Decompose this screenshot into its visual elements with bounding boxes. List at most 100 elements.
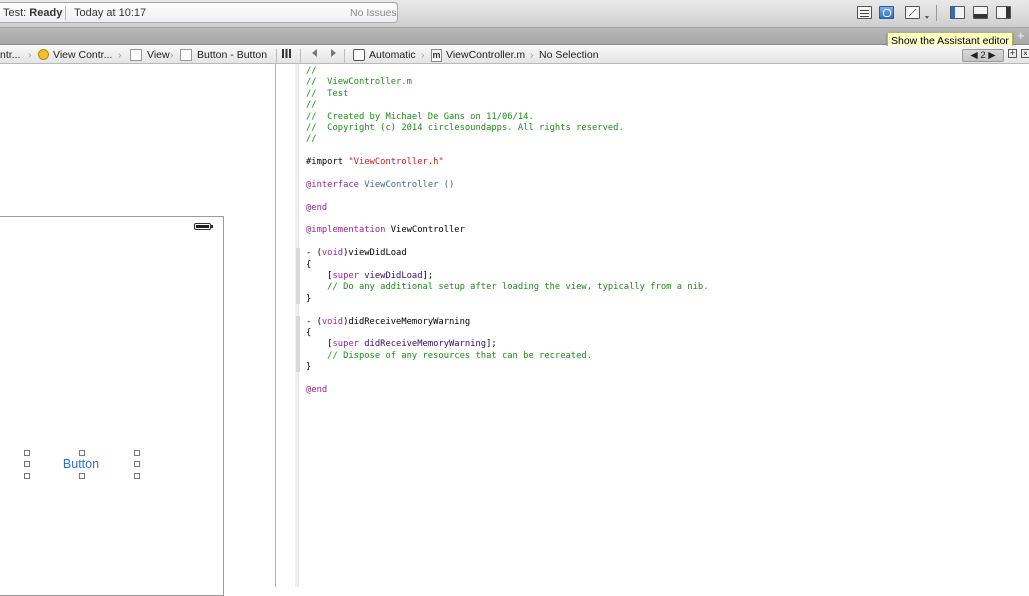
standard-editor-icon[interactable] (857, 6, 872, 19)
code-token: - ( (306, 316, 322, 327)
view-icon (130, 49, 142, 61)
counterpart-pager[interactable]: ◀ 2 ▶ (962, 49, 1004, 62)
jumpbar-item-view-controller[interactable]: View Contr... (53, 49, 112, 61)
code-line[interactable] (306, 214, 709, 225)
code-line[interactable]: // Created by Michael De Gans on 11/06/1… (306, 112, 709, 123)
code-token: ViewController (390, 225, 465, 236)
code-line[interactable]: { (306, 328, 709, 339)
code-token: // (306, 134, 317, 145)
resize-handle[interactable] (134, 473, 140, 479)
jumpbar-divider (344, 49, 345, 63)
code-token: )didReceiveMemoryWarning (343, 316, 471, 327)
utilities-toggle-icon[interactable] (996, 6, 1011, 19)
resize-handle[interactable] (24, 450, 30, 456)
code-line[interactable]: // Copyright (c) 2014 circlesoundapps. A… (306, 123, 709, 134)
code-token: #import (306, 157, 349, 168)
code-token: super (332, 339, 359, 350)
jumpbar-item-mode[interactable]: Automatic (369, 49, 416, 61)
code-line[interactable]: } (306, 362, 709, 373)
forward-arrow-icon[interactable] (331, 49, 336, 57)
jump-bar: ntr... › View Contr... › View › Button -… (0, 46, 1029, 64)
assistant-editor-icon[interactable] (879, 6, 894, 19)
toolbar-divider (936, 5, 937, 21)
code-token: viewDidLoad (364, 271, 423, 282)
code-line[interactable]: // Do any additional setup after loading… (306, 282, 708, 293)
code-line[interactable]: #import "ViewController.h" (306, 157, 709, 168)
code-token: // ViewController.m (306, 77, 412, 88)
code-line[interactable]: @end (306, 385, 709, 396)
code-line[interactable]: - (void)didReceiveMemoryWarning (306, 317, 709, 328)
code-line[interactable]: { (306, 260, 709, 271)
resize-handle[interactable] (134, 461, 140, 467)
code-token: // Created by Michael De Gans on 11/06/1… (306, 111, 534, 122)
code-line[interactable]: // Test (306, 89, 709, 100)
code-line[interactable]: @end (306, 203, 709, 214)
assistant-code-editor[interactable]: //// ViewController.m// Test//// Created… (277, 64, 1029, 587)
code-token: @end (306, 202, 328, 213)
selected-button-element[interactable]: Button (56, 457, 106, 471)
code-line[interactable]: // (306, 134, 709, 145)
code-line[interactable] (306, 374, 709, 385)
jumpbar-item-selection[interactable]: No Selection (539, 49, 599, 61)
related-items-icon[interactable] (282, 49, 291, 58)
code-token: { (306, 259, 312, 270)
close-assistant-editor-button[interactable]: × (1021, 49, 1029, 58)
resize-handle[interactable] (134, 450, 140, 456)
code-fold-ribbon[interactable] (296, 316, 300, 372)
jumpbar-item-project[interactable]: ntr... (0, 49, 20, 61)
view-controller-scene[interactable]: Button (0, 216, 224, 596)
build-timestamp: Today at 10:17 (74, 7, 147, 19)
code-line[interactable]: [super didReceiveMemoryWarning]; (306, 339, 709, 350)
code-token: ]; (486, 339, 497, 350)
window-toolbar: Test: Ready Today at 10:17 No Issues (0, 0, 1029, 28)
code-line[interactable]: @interface ViewController () (306, 180, 709, 191)
issues-label[interactable]: No Issues (350, 7, 397, 19)
code-line[interactable] (306, 191, 709, 202)
resize-handle[interactable] (24, 473, 30, 479)
code-line[interactable] (306, 146, 709, 157)
code-fold-ribbon[interactable] (296, 248, 300, 304)
chevron-right-icon: › (421, 49, 425, 61)
chevron-right-icon: › (118, 49, 122, 61)
battery-icon (194, 223, 213, 230)
jumpbar-item-button[interactable]: Button - Button (197, 49, 267, 61)
code-line[interactable]: // Dispose of any resources that can be … (306, 351, 709, 362)
code-token: void (321, 316, 344, 327)
add-assistant-editor-button[interactable]: + (1008, 49, 1017, 58)
resize-handle[interactable] (79, 473, 85, 479)
version-editor-icon[interactable] (905, 6, 929, 19)
resize-handle[interactable] (79, 450, 85, 456)
interface-builder-canvas[interactable]: Button (0, 64, 276, 596)
tab-bar: + (0, 28, 1029, 45)
code-token: // Test (306, 88, 349, 99)
code-token: @end (306, 384, 328, 395)
navigator-toggle-icon[interactable] (950, 6, 965, 19)
code-line[interactable]: } (306, 294, 709, 305)
code-line[interactable]: - (void)viewDidLoad (306, 248, 709, 259)
jumpbar-item-view[interactable]: View (147, 49, 170, 61)
new-tab-button[interactable]: + (1017, 28, 1025, 43)
debug-area-toggle-icon[interactable] (973, 6, 988, 19)
implementation-file-icon: m (431, 49, 442, 62)
source-code[interactable]: //// ViewController.m// Test//// Created… (306, 66, 709, 396)
code-token: )viewDidLoad (343, 248, 407, 259)
code-token: [ (306, 271, 333, 282)
chevron-right-icon: › (28, 49, 32, 61)
code-token: @interface (306, 179, 365, 190)
jumpbar-divider (300, 49, 301, 63)
code-line[interactable] (306, 305, 709, 316)
resize-handle[interactable] (24, 461, 30, 467)
pane-divider (276, 49, 277, 63)
code-line[interactable] (306, 169, 709, 180)
back-arrow-icon[interactable] (312, 49, 317, 57)
code-token: didReceiveMemoryWarning (364, 339, 487, 350)
code-line[interactable]: // (306, 100, 709, 111)
code-token: // (306, 66, 317, 76)
code-line[interactable]: [super viewDidLoad]; (306, 271, 709, 282)
jumpbar-item-file[interactable]: ViewController.m (446, 49, 525, 61)
chevron-right-icon: › (530, 49, 534, 61)
code-line[interactable]: // (306, 66, 709, 77)
code-line[interactable] (306, 237, 709, 248)
code-line[interactable]: // ViewController.m (306, 77, 709, 88)
code-line[interactable]: @implementation ViewController (306, 225, 709, 236)
